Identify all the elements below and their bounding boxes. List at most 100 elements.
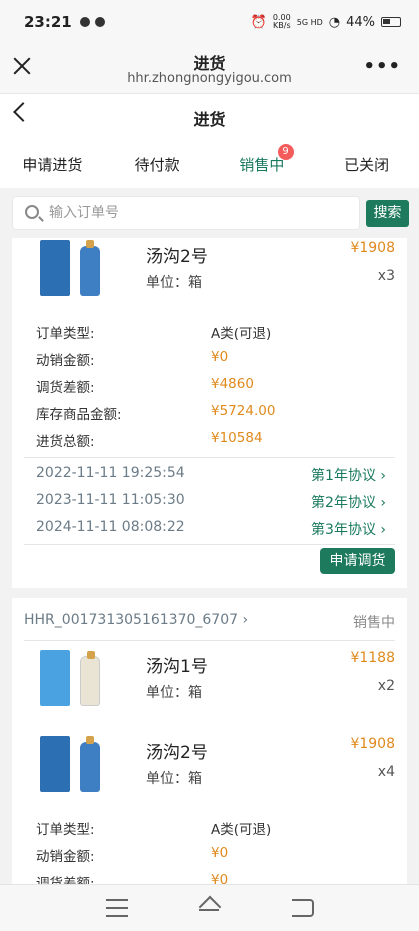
search-icon [25, 205, 39, 219]
liquor-bottle-icon [80, 736, 100, 792]
order-number[interactable]: HHR_001731305161370_6707 › [24, 612, 248, 628]
signal-icon: 5G HD [296, 17, 323, 27]
wifi-icon: ◔ [328, 14, 341, 30]
agreement-row[interactable]: 2022-11-11 19:25:54 第1年协议 › [36, 465, 386, 492]
tab-pending-payment[interactable]: 待付款 [105, 138, 210, 188]
order-header[interactable]: HHR_001731305161370_6707 › 销售中 [24, 612, 395, 636]
info-label: 动销金额: [36, 849, 95, 865]
count-badge: 9 [277, 144, 294, 160]
page-header: 进货 [0, 94, 419, 138]
agreement-row[interactable]: 2024-11-11 08:08:22 第3年协议 › [36, 519, 386, 546]
more-icon[interactable]: ••• [363, 56, 401, 77]
info-value: ¥0 [211, 349, 229, 365]
liquor-box-icon [40, 650, 70, 706]
info-label: 库存商品金额: [36, 407, 122, 423]
info-value: ¥4860 [211, 376, 254, 392]
agreement-list: 2022-11-11 19:25:54 第1年协议 › 2023-11-11 1… [36, 465, 386, 546]
system-nav-bar [0, 884, 419, 931]
liquor-box-icon [40, 736, 70, 792]
info-value: ¥10584 [211, 430, 263, 446]
agreement-date: 2024-11-11 08:08:22 [36, 519, 185, 535]
order-search-input[interactable] [49, 201, 349, 225]
liquor-box-icon [40, 240, 70, 296]
search-row: 搜索 [0, 188, 419, 238]
product-image [40, 648, 114, 710]
product-item: 汤沟1号 单位：箱 ¥1188 x2 [12, 648, 407, 728]
info-value: ¥0 [211, 845, 229, 861]
order-card: 汤沟2号 单位：箱 ¥1908 x3 订单类型: A类(可退) 动销金额: ¥0… [12, 238, 407, 588]
info-value: A类(可退) [211, 326, 272, 342]
product-unit: 单位：箱 [146, 771, 202, 787]
product-price: ¥1908 [350, 240, 395, 256]
product-image [40, 238, 114, 300]
product-quantity: x4 [377, 764, 395, 780]
bell-icon [79, 17, 90, 27]
product-price: ¥1908 [350, 736, 395, 752]
tab-label: 待付款 [134, 156, 180, 174]
menu-icon[interactable] [106, 899, 128, 917]
product-quantity: x3 [377, 268, 395, 284]
product-name: 汤沟2号 [146, 743, 208, 763]
system-back-icon[interactable] [292, 899, 314, 917]
order-info: 订单类型: A类(可退) 动销金额: ¥0 调货差额: ¥4860 库存商品金额… [36, 322, 386, 457]
battery-text: 44% [346, 14, 375, 30]
tab-apply-purchase[interactable]: 申请进货 [0, 138, 105, 188]
browser-url: hhr.zhongnongyigou.com [127, 71, 292, 86]
info-row: 调货差额: ¥4860 [36, 376, 386, 403]
notification-icons [79, 17, 105, 27]
divider [24, 457, 395, 458]
info-label: 进货总额: [36, 434, 95, 450]
agreement-row[interactable]: 2023-11-11 11:05:30 第2年协议 › [36, 492, 386, 519]
agreement-link[interactable]: 第2年协议 › [311, 492, 386, 512]
order-card: HHR_001731305161370_6707 › 销售中 汤沟1号 单位：箱… [12, 598, 407, 892]
product-name: 汤沟1号 [146, 657, 208, 677]
tab-label: 申请进货 [22, 156, 83, 174]
info-value: ¥5724.00 [211, 403, 276, 419]
info-label: 订单类型: [36, 822, 95, 838]
alarm-icon: ⏰ [250, 14, 267, 30]
status-time: 23:21 [24, 13, 72, 31]
product-unit: 单位：箱 [146, 685, 202, 701]
info-label: 动销金额: [36, 353, 95, 369]
info-label: 调货差额: [36, 380, 95, 396]
net-speed-unit: KB/s [273, 21, 291, 30]
divider [24, 640, 395, 641]
apply-transfer-button[interactable]: 申请调货 [320, 548, 395, 574]
agreement-link[interactable]: 第1年协议 › [311, 465, 386, 485]
divider [24, 544, 395, 545]
agreement-link[interactable]: 第3年协议 › [311, 519, 386, 539]
liquor-bottle-icon [80, 651, 100, 706]
order-status: 销售中 [353, 615, 395, 631]
tab-label: 已关闭 [344, 156, 390, 174]
status-tabs: 申请进货 待付款 销售中 9 已关闭 [0, 138, 419, 188]
browser-bar: 进货 hhr.zhongnongyigou.com ••• [0, 44, 419, 94]
home-icon[interactable] [198, 899, 220, 917]
battery-icon [381, 17, 401, 27]
info-row: 订单类型: A类(可退) [36, 818, 386, 845]
info-row: 库存商品金额: ¥5724.00 [36, 403, 386, 430]
product-name: 汤沟2号 [146, 247, 208, 267]
product-item: 汤沟2号 单位：箱 ¥1908 x4 [12, 734, 407, 814]
info-row: 订单类型: A类(可退) [36, 322, 386, 349]
tab-on-sale[interactable]: 销售中 9 [210, 138, 315, 188]
product-price: ¥1188 [350, 650, 395, 666]
status-bar: 23:21 ⏰ 0.00 KB/s 5G HD ◔ 44% [0, 0, 419, 44]
product-quantity: x2 [377, 678, 395, 694]
agreement-date: 2022-11-11 19:25:54 [36, 465, 185, 481]
agreement-date: 2023-11-11 11:05:30 [36, 492, 185, 508]
search-box [12, 196, 360, 230]
info-row: 进货总额: ¥10584 [36, 430, 386, 457]
info-row: 动销金额: ¥0 [36, 845, 386, 872]
status-right: ⏰ 0.00 KB/s 5G HD ◔ 44% [251, 14, 401, 30]
search-button[interactable]: 搜索 [366, 200, 409, 227]
tab-label: 销售中 [239, 156, 285, 174]
info-label: 订单类型: [36, 326, 95, 342]
page-title: 进货 [193, 110, 226, 129]
product-item: 汤沟2号 单位：箱 ¥1908 x3 [12, 238, 407, 318]
chat-icon [94, 17, 105, 27]
product-unit: 单位：箱 [146, 275, 202, 291]
info-value: A类(可退) [211, 822, 272, 838]
info-row: 动销金额: ¥0 [36, 349, 386, 376]
liquor-bottle-icon [80, 240, 100, 296]
tab-closed[interactable]: 已关闭 [314, 138, 419, 188]
